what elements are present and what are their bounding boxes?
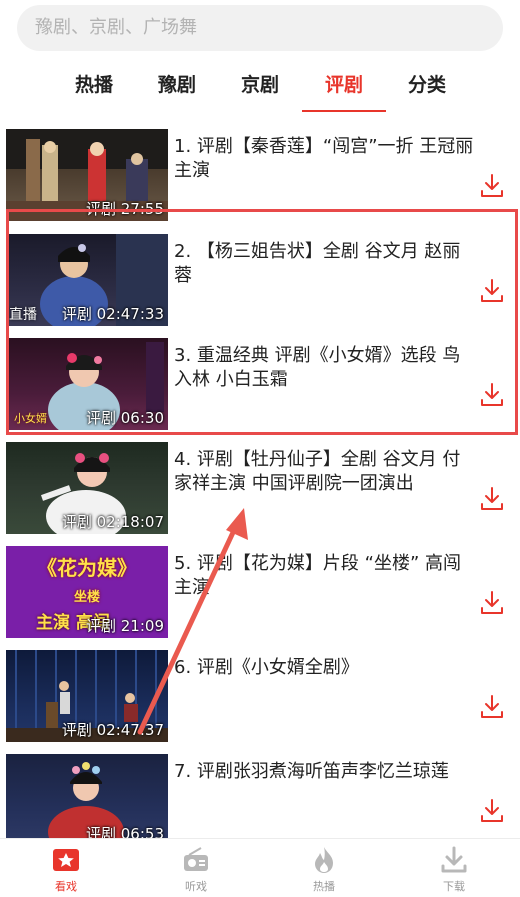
nav-label: 下载 [443,880,465,893]
nav-listen[interactable]: 听戏 [156,845,236,894]
list-item[interactable]: 《花为媒》 坐楼 主演 高闯 评剧 21:09 5. 评剧【花为媒】片段 “坐楼… [0,546,520,650]
video-thumbnail[interactable]: 评剧 27:55 [6,129,168,221]
video-duration: 评剧 02:18:07 [61,513,164,531]
thumbnail-subtitle: 坐楼 [73,590,101,605]
download-icon[interactable] [480,382,504,408]
video-duration: 评剧 27:55 [86,200,164,218]
list-item[interactable]: 直播 评剧 02:47:33 2. 【杨三姐告状】全剧 谷文月 赵丽蓉 [0,234,520,338]
theater-star-icon [53,849,79,871]
video-title[interactable]: 3. 重温经典 评剧《小女婿》选段 鸟入林 小白玉霜 [174,344,474,392]
tab-hot[interactable]: 热播 [54,70,134,97]
video-title[interactable]: 7. 评剧张羽煮海听笛声李忆兰琼莲 [174,760,474,784]
tab-jingju[interactable]: 京剧 [220,70,300,97]
video-thumbnail[interactable]: 评剧 02:47:37 [6,650,168,742]
video-title[interactable]: 1. 评剧【秦香莲】“闯宫”一折 王冠丽主演 [174,135,474,183]
download-icon[interactable] [480,694,504,720]
video-title[interactable]: 4. 评剧【牡丹仙子】全剧 谷文月 付家祥主演 中国评剧院一团演出 [174,448,474,496]
list-item[interactable]: 小女婿 评剧 06:30 3. 重温经典 评剧《小女婿》选段 鸟入林 小白玉霜 [0,338,520,442]
video-thumbnail[interactable]: 评剧 06:53 [6,754,168,846]
video-thumbnail[interactable]: 《花为媒》 坐楼 主演 高闯 评剧 21:09 [6,546,168,638]
bottom-nav: 看戏 听戏 热播 下载 [0,838,520,897]
tab-pingju[interactable]: 评剧 [304,70,384,97]
download-icon[interactable] [480,798,504,824]
search-input[interactable]: 豫剧、京剧、广场舞 [17,5,503,51]
list-item[interactable]: 评剧 27:55 1. 评剧【秦香莲】“闯宫”一折 王冠丽主演 [0,129,520,233]
nav-hot[interactable]: 热播 [284,845,364,894]
video-duration: 评剧 21:09 [86,617,164,635]
video-thumbnail[interactable]: 评剧 02:18:07 [6,442,168,534]
tab-category[interactable]: 分类 [387,70,467,97]
radio-icon [184,847,208,871]
video-duration: 评剧 02:47:37 [61,721,164,739]
video-title[interactable]: 6. 评剧《小女婿全剧》 [174,656,474,680]
download-icon[interactable] [480,590,504,616]
download-icon[interactable] [480,173,504,199]
video-thumbnail[interactable]: 直播 评剧 02:47:33 [6,234,168,326]
active-tab-indicator [302,110,386,112]
nav-label: 听戏 [185,880,207,893]
thumbnail-watermark: 直播 [9,307,37,323]
nav-label: 热播 [313,880,335,893]
download-icon[interactable] [480,278,504,304]
category-tabs: 热播 豫剧 京剧 评剧 分类 [0,60,520,112]
list-item[interactable]: 评剧 02:18:07 4. 评剧【牡丹仙子】全剧 谷文月 付家祥主演 中国评剧… [0,442,520,546]
nav-label: 看戏 [55,880,77,893]
list-item[interactable]: 评剧 02:47:37 6. 评剧《小女婿全剧》 [0,650,520,754]
thumbnail-caption: 小女婿 [14,412,47,425]
thumbnail-title: 《花为媒》 [37,556,137,580]
video-title[interactable]: 2. 【杨三姐告状】全剧 谷文月 赵丽蓉 [174,240,474,288]
download-icon[interactable] [480,486,504,512]
nav-download[interactable]: 下载 [414,845,494,894]
download-tray-icon [441,846,467,873]
video-thumbnail[interactable]: 小女婿 评剧 06:30 [6,338,168,430]
video-duration: 评剧 02:47:33 [61,305,164,323]
fire-icon [315,847,333,873]
video-title[interactable]: 5. 评剧【花为媒】片段 “坐楼” 高闯主演 [174,552,474,600]
nav-watch[interactable]: 看戏 [26,845,106,894]
tab-yuju[interactable]: 豫剧 [137,70,217,97]
video-duration: 评剧 06:30 [86,409,164,427]
